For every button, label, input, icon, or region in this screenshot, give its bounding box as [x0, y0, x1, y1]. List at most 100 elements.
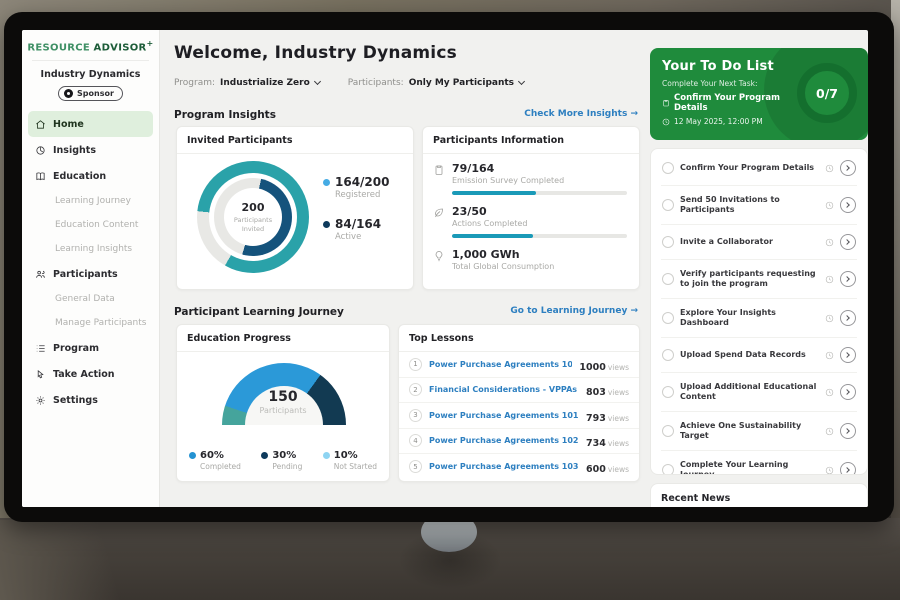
task-row[interactable]: Explore Your Insights Dashboard — [661, 299, 857, 338]
task-go-button[interactable] — [840, 462, 856, 475]
sidebar-divider — [32, 60, 149, 61]
dashboard-screen: RESOURCE ADVISOR+ Industry Dynamics Spon… — [22, 30, 868, 507]
task-go-button[interactable] — [840, 197, 856, 213]
lesson-rank: 3 — [409, 409, 422, 422]
sidebar-item-learning-insights[interactable]: Learning Insights — [22, 237, 159, 261]
task-checkbox[interactable] — [662, 273, 674, 285]
clock-icon — [825, 164, 834, 173]
sidebar-item-insights[interactable]: Insights — [22, 137, 159, 163]
task-label: Send 50 Invitations to Participants — [680, 195, 819, 215]
go-to-learning-journey-label: Go to Learning Journey — [510, 306, 627, 316]
views-label: views — [608, 414, 629, 423]
sidebar-item-home[interactable]: Home — [28, 111, 153, 137]
emission-survey-progress — [452, 191, 627, 195]
task-row[interactable]: Complete Your Learning Journey — [661, 451, 857, 475]
clock-icon — [825, 466, 834, 475]
actions-completed-stat: 23/50 Actions Completed — [423, 197, 639, 240]
task-row[interactable]: Upload Spend Data Records — [661, 338, 857, 373]
sidebar-item-general-data[interactable]: General Data — [22, 287, 159, 311]
task-label: Explore Your Insights Dashboard — [680, 308, 819, 328]
completed-value: 60% — [200, 450, 224, 461]
photo-background: RESOURCE ADVISOR+ Industry Dynamics Spon… — [0, 0, 900, 600]
legend-pending: 30% Pending — [261, 450, 302, 471]
task-checkbox[interactable] — [662, 386, 674, 398]
lesson-views: 600 — [586, 464, 606, 475]
task-go-button[interactable] — [840, 234, 856, 250]
sidebar-item-manage-participants[interactable]: Manage Participants — [22, 311, 159, 335]
lesson-link[interactable]: Power Purchase Agreements 101 — [429, 411, 579, 420]
book-icon — [35, 171, 46, 182]
actions-completed-progress — [452, 234, 627, 238]
progress-fill — [452, 191, 536, 195]
filter-bar: Program: Industrialize Zero Participants… — [174, 78, 634, 88]
task-checkbox[interactable] — [662, 199, 674, 211]
gauge-center-value: 150 — [177, 389, 389, 405]
todo-hero-card: 0/7 Your To Do List Complete Your Next T… — [650, 48, 868, 140]
todo-task-list: Confirm Your Program Details Send 50 Inv… — [650, 148, 868, 475]
task-checkbox[interactable] — [662, 464, 674, 475]
lesson-link[interactable]: Power Purchase Agreements 101 — [429, 360, 572, 369]
pending-label: Pending — [272, 462, 302, 471]
sidebar-item-learning-journey[interactable]: Learning Journey — [22, 189, 159, 213]
task-go-button[interactable] — [840, 271, 856, 287]
background-desk-highlight — [0, 520, 150, 600]
views-label: views — [608, 363, 629, 372]
clock-icon — [825, 275, 834, 284]
sidebar-item-education-content[interactable]: Education Content — [22, 213, 159, 237]
people-icon — [35, 269, 46, 280]
program-filter[interactable]: Program: Industrialize Zero — [174, 78, 320, 88]
task-go-button[interactable] — [840, 384, 856, 400]
views-label: views — [608, 388, 629, 397]
clock-icon — [662, 118, 670, 126]
legend-completed: 60% Completed — [189, 450, 241, 471]
task-checkbox[interactable] — [662, 349, 674, 361]
task-checkbox[interactable] — [662, 312, 674, 324]
lesson-row: 1 Power Purchase Agreements 101 1000view… — [399, 352, 639, 378]
task-row[interactable]: Send 50 Invitations to Participants — [661, 186, 857, 225]
go-to-learning-journey-link[interactable]: Go to Learning Journey → — [510, 306, 638, 316]
lesson-link[interactable]: Power Purchase Agreements 102 — [429, 436, 579, 445]
chevron-right-icon — [844, 276, 850, 282]
participants-filter[interactable]: Participants: Only My Participants — [348, 78, 524, 88]
check-more-insights-link[interactable]: Check More Insights → — [524, 109, 638, 119]
monitor-bezel: RESOURCE ADVISOR+ Industry Dynamics Spon… — [4, 12, 894, 522]
lesson-link[interactable]: Power Purchase Agreements 103 — [429, 462, 579, 471]
sidebar-item-program[interactable]: Program — [22, 335, 159, 361]
sidebar-item-education[interactable]: Education — [22, 163, 159, 189]
legend-active: 84/164 Active — [323, 217, 389, 242]
sidebar: RESOURCE ADVISOR+ Industry Dynamics Spon… — [22, 30, 160, 507]
sidebar-item-settings[interactable]: Settings — [22, 387, 159, 413]
task-checkbox[interactable] — [662, 162, 674, 174]
task-label: Upload Additional Educational Content — [680, 382, 819, 402]
task-go-button[interactable] — [840, 160, 856, 176]
sponsor-icon — [64, 89, 73, 98]
sidebar-item-take-action[interactable]: Take Action — [22, 361, 159, 387]
task-row[interactable]: Confirm Your Program Details — [661, 151, 857, 186]
sidebar-item-label: General Data — [55, 294, 115, 304]
clipboard-icon — [433, 164, 445, 176]
lesson-rank: 4 — [409, 434, 422, 447]
lesson-rank: 2 — [409, 383, 422, 396]
chevron-right-icon — [844, 239, 850, 245]
sidebar-item-participants[interactable]: Participants — [22, 261, 159, 287]
task-checkbox[interactable] — [662, 425, 674, 437]
lesson-link[interactable]: Financial Considerations - VPPAs — [429, 385, 579, 394]
task-checkbox[interactable] — [662, 236, 674, 248]
task-go-button[interactable] — [840, 423, 856, 439]
task-row[interactable]: Invite a Collaborator — [661, 225, 857, 260]
top-lessons-card: Top Lessons 1 Power Purchase Agreements … — [398, 324, 640, 482]
insights-icon — [35, 145, 46, 156]
task-go-button[interactable] — [840, 347, 856, 363]
not-started-dot-icon — [323, 452, 330, 459]
take-action-icon — [35, 369, 46, 380]
completed-dot-icon — [189, 452, 196, 459]
task-go-button[interactable] — [840, 310, 856, 326]
lesson-rank: 1 — [409, 358, 422, 371]
task-row[interactable]: Upload Additional Educational Content — [661, 373, 857, 412]
clock-icon — [825, 238, 834, 247]
task-row[interactable]: Verify participants requesting to join t… — [661, 260, 857, 299]
sponsor-badge: Sponsor — [58, 86, 123, 101]
chevron-right-icon — [844, 165, 850, 171]
todo-subtitle: Complete Your Next Task: — [662, 79, 794, 88]
task-row[interactable]: Achieve One Sustainability Target — [661, 412, 857, 451]
